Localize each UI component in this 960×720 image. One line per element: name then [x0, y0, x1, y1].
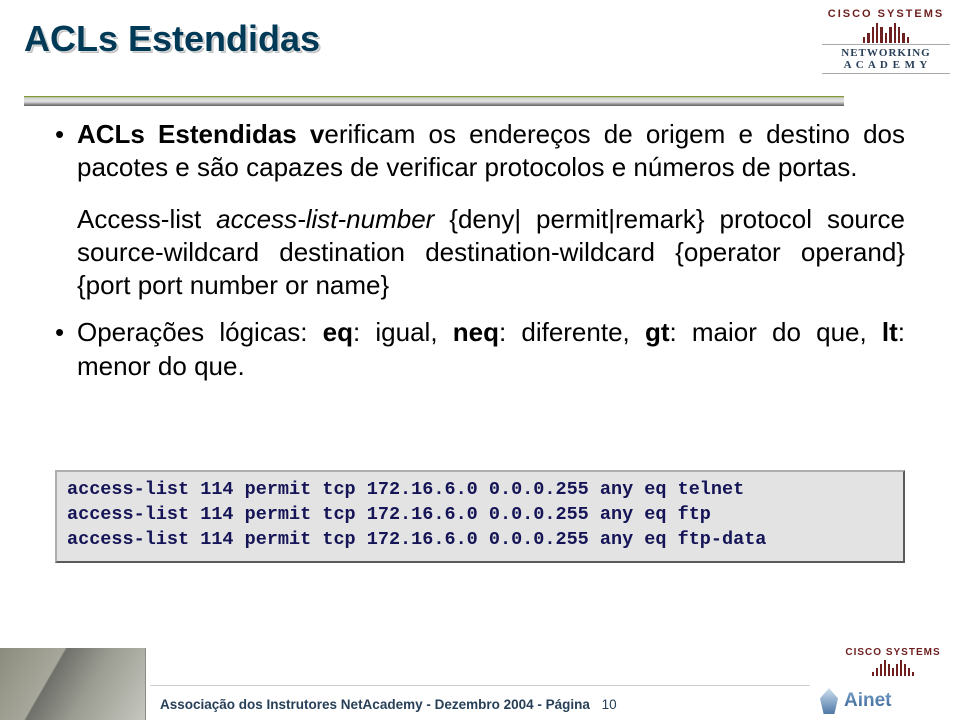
slide: CISCO SYSTEMS NETWORKING A C A D E M Y A… — [0, 0, 960, 720]
footer-divider — [150, 685, 810, 686]
cisco-logo-bottom: CISCO SYSTEMS — [836, 647, 950, 676]
b2-pre: Operações lógicas: — [77, 317, 323, 347]
bullet-operacoes-logicas: Operações lógicas: eq: igual, neq: difer… — [55, 316, 905, 383]
title-block: ACLs Estendidas ACLs Estendidas — [24, 18, 804, 60]
code-line-2: access-list 114 permit tcp 172.16.6.0 0.… — [67, 504, 711, 525]
page-title: ACLs Estendidas — [24, 18, 804, 60]
page-number: 10 — [602, 697, 617, 712]
ainet-logo: Ainet — [820, 688, 950, 714]
ainet-text: Ainet — [844, 690, 892, 712]
footer: Associação dos Instrutores NetAcademy - … — [0, 648, 960, 720]
networking-academy-label: NETWORKING A C A D E M Y — [822, 44, 950, 74]
syntax-italic: access-list-number — [216, 204, 434, 234]
cisco-bars-icon-small — [872, 658, 914, 676]
b2-neq: neq — [453, 317, 499, 347]
cisco-systems-label-small: CISCO SYSTEMS — [845, 647, 940, 658]
b2-eq-txt: : igual, — [353, 317, 453, 347]
bullet-acls-estendidas: ACLs Estendidas verificam os endereços d… — [55, 118, 905, 185]
acl-code-example: access-list 114 permit tcp 172.16.6.0 0.… — [55, 470, 905, 563]
title-underline — [24, 96, 844, 106]
syntax-line: Access-list access-list-number {deny| pe… — [55, 203, 905, 303]
syntax-pre: Access-list — [77, 204, 216, 234]
b2-gt: gt — [645, 317, 670, 347]
bullet1-bold: ACLs Estendidas v — [77, 119, 324, 149]
cisco-systems-label: CISCO SYSTEMS — [828, 8, 944, 20]
b2-gt-txt: : maior do que, — [669, 317, 881, 347]
ainet-icon — [820, 688, 838, 714]
b2-eq: eq — [323, 317, 353, 347]
b2-lt: lt — [882, 317, 898, 347]
b2-neq-txt: : diferente, — [499, 317, 645, 347]
code-line-1: access-list 114 permit tcp 172.16.6.0 0.… — [67, 479, 744, 500]
cisco-logo-top: CISCO SYSTEMS NETWORKING A C A D E M Y — [822, 8, 950, 102]
cisco-bars-icon — [863, 21, 909, 43]
footer-photo-icon — [0, 648, 146, 720]
code-line-3: access-list 114 permit tcp 172.16.6.0 0.… — [67, 529, 766, 550]
footer-text: Associação dos Instrutores NetAcademy - … — [160, 697, 617, 712]
body-content: ACLs Estendidas verificam os endereços d… — [55, 118, 905, 401]
